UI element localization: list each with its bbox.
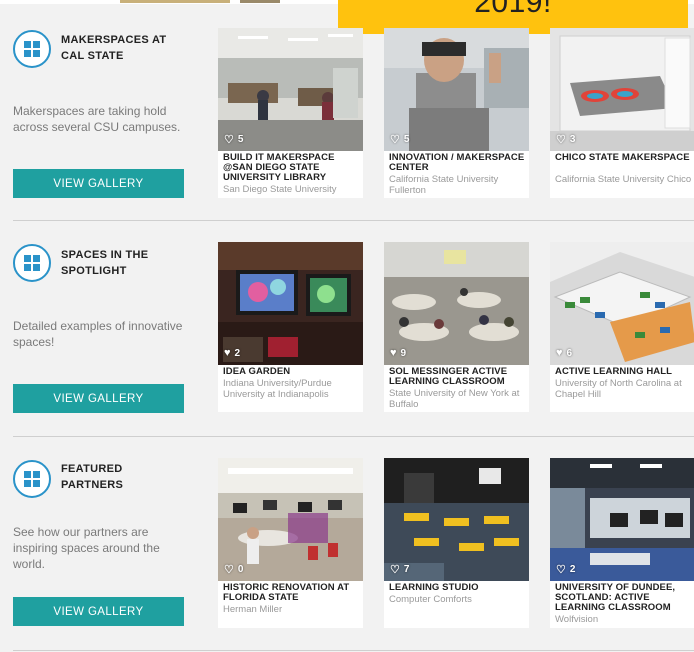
card-subtitle: Indiana University/Purdue University at …	[223, 378, 332, 400]
card-title: UNIVERSITY OF DUNDEE, SCOTLAND: ACTIVE L…	[555, 582, 676, 613]
gallery-card[interactable]: ♥ 6 ACTIVE LEARNING HALL University of N…	[550, 242, 694, 412]
section-divider	[13, 650, 694, 651]
heart-icon: ♥	[556, 347, 563, 359]
card-subtitle: California State University Chico	[555, 174, 692, 185]
card-title: INNOVATION / MAKERSPACE CENTER	[389, 152, 525, 173]
card-subtitle: Herman Miller	[223, 604, 283, 615]
gallery-card[interactable]: ♡ 0 HISTORIC RENOVATION AT FLORIDA STATE…	[218, 458, 363, 628]
card-subtitle: California State University Fullerton	[389, 174, 499, 196]
gallery-card[interactable]: ♡ 7 LEARNING STUDIO Computer Comforts	[384, 458, 529, 628]
section-partners: FEATURED PARTNERS See how our partners a…	[0, 430, 694, 645]
likes-count[interactable]: ♡ 2	[556, 563, 575, 576]
likes-count[interactable]: ♡ 5	[224, 133, 243, 146]
gallery-card[interactable]: ♥ 9 SOL MESSINGER ACTIVE LEARNING CLASSR…	[384, 242, 529, 412]
likes-count[interactable]: ♥ 6	[556, 347, 572, 359]
view-gallery-button[interactable]: VIEW GALLERY	[13, 384, 184, 413]
section-title: FEATURED PARTNERS	[61, 463, 124, 491]
likes-count[interactable]: ♥ 2	[224, 347, 240, 359]
view-gallery-button[interactable]: VIEW GALLERY	[13, 597, 184, 626]
card-title: BUILD IT MAKERSPACE @SAN DIEGO STATE UNI…	[223, 152, 335, 183]
gallery-grid-icon	[13, 244, 51, 282]
card-subtitle: University of North Carolina at Chapel H…	[555, 378, 682, 400]
heart-icon: ♡	[556, 134, 566, 146]
heart-icon: ♡	[556, 564, 566, 576]
section-title: MAKERSPACES AT CAL STATE	[61, 34, 167, 62]
heart-icon: ♡	[224, 564, 234, 576]
section-spotlight: SPACES IN THE SPOTLIGHT Detailed example…	[0, 215, 694, 430]
section-makerspaces: MAKERSPACES AT CAL STATE Makerspaces are…	[0, 0, 694, 215]
card-title: HISTORIC RENOVATION AT FLORIDA STATE	[223, 582, 350, 603]
card-subtitle: Wolfvision	[555, 614, 599, 625]
gallery-grid-icon	[13, 30, 51, 68]
view-gallery-button[interactable]: VIEW GALLERY	[13, 169, 184, 198]
card-subtitle: San Diego State University	[223, 184, 337, 195]
gallery-card[interactable]: ♡ 5 BUILD IT MAKERSPACE @SAN DIEGO STATE…	[218, 28, 363, 198]
card-title: SOL MESSINGER ACTIVE LEARNING CLASSROOM	[389, 366, 508, 387]
card-title: ACTIVE LEARNING HALL	[555, 366, 673, 377]
likes-count[interactable]: ♡ 7	[390, 563, 409, 576]
gallery-card[interactable]: ♡ 5 INNOVATION / MAKERSPACE CENTER Calif…	[384, 28, 529, 198]
section-description: See how our partners are inspiring space…	[13, 525, 160, 571]
heart-icon: ♥	[390, 347, 397, 359]
likes-count[interactable]: ♥ 9	[390, 347, 406, 359]
likes-count[interactable]: ♡ 3	[556, 133, 575, 146]
heart-icon: ♡	[390, 134, 400, 146]
section-title: SPACES IN THE SPOTLIGHT	[61, 249, 149, 277]
gallery-card[interactable]: ♡ 2 UNIVERSITY OF DUNDEE, SCOTLAND: ACTI…	[550, 458, 694, 628]
gallery-grid-icon	[13, 460, 51, 498]
card-subtitle: Computer Comforts	[389, 594, 472, 605]
card-title: IDEA GARDEN	[223, 366, 291, 377]
likes-count[interactable]: ♡ 0	[224, 563, 243, 576]
section-description: Makerspaces are taking hold across sever…	[13, 104, 181, 134]
gallery-card[interactable]: ♥ 2 IDEA GARDEN Indiana University/Purdu…	[218, 242, 363, 412]
card-subtitle: State University of New York at Buffalo	[389, 388, 520, 410]
section-description: Detailed examples of innovative spaces!	[13, 319, 183, 349]
heart-icon: ♥	[224, 347, 231, 359]
card-title: CHICO STATE MAKERSPACE	[555, 152, 690, 163]
likes-count[interactable]: ♡ 5	[390, 133, 409, 146]
card-title: LEARNING STUDIO	[389, 582, 479, 593]
heart-icon: ♡	[224, 134, 234, 146]
gallery-card[interactable]: ♡ 3 CHICO STATE MAKERSPACE California St…	[550, 28, 694, 198]
heart-icon: ♡	[390, 564, 400, 576]
